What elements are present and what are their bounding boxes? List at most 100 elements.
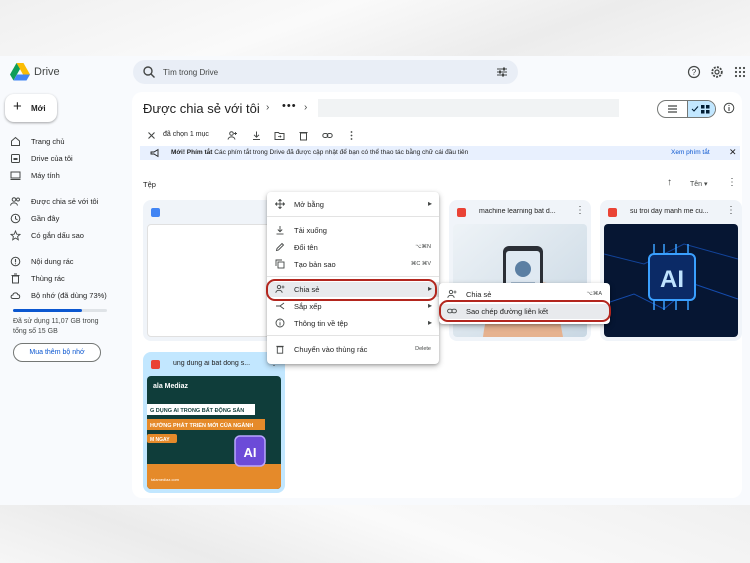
file-card-selected[interactable]: ung dung ai bat dong s... ⋮ ala Mediaz G… — [143, 352, 285, 493]
file-card[interactable] — [143, 200, 285, 341]
menu-item-label: Chia sẻ — [294, 285, 320, 294]
share-person-icon[interactable] — [227, 130, 238, 141]
menu-item-file-info[interactable]: Thông tin về tệp ▸ — [267, 316, 439, 331]
photo-background-top — [0, 0, 750, 56]
organize-icon — [276, 302, 285, 310]
file-name: su troi day manh me cu... — [630, 208, 709, 215]
svg-text:?: ? — [692, 68, 697, 77]
search-icon[interactable] — [142, 65, 156, 79]
sidebar-item-spam[interactable]: Nội dung rác — [10, 255, 120, 269]
submenu-item-copy-link[interactable]: Sao chép đường liên kết — [439, 304, 610, 319]
selection-count: đã chọn 1 mục — [163, 131, 209, 138]
storage-usage-text: Đã sử dụng 11,07 GB trong tổng số 15 GB — [13, 318, 99, 335]
view-shortcuts-link[interactable]: Xem phím tắt — [671, 149, 710, 156]
menu-item-organize[interactable]: Sắp xếp ▸ — [267, 299, 439, 314]
sidebar-item-my-drive[interactable]: Drive của tôi — [10, 152, 120, 166]
thumb-ai-text: AI — [244, 445, 257, 460]
my-drive-icon — [11, 154, 20, 163]
move-folder-icon[interactable] — [274, 130, 285, 141]
view-toggle[interactable] — [657, 100, 716, 118]
menu-item-rename[interactable]: Đổi tên ⌥⌘N — [267, 240, 439, 255]
menu-item-download[interactable]: Tải xuống — [267, 223, 439, 238]
details-info-icon[interactable] — [723, 102, 735, 114]
thumb-cta: M NGAY — [150, 437, 170, 443]
sidebar-item-label: Được chia sẻ với tôi — [31, 197, 99, 206]
sort-by-name-button[interactable]: Tên ▾ — [690, 180, 708, 188]
menu-item-move-to-trash[interactable]: Chuyển vào thùng rác Delete — [267, 342, 439, 357]
menu-item-label: Tải xuống — [294, 226, 327, 235]
menu-item-open-with[interactable]: Mở bằng ▸ — [267, 197, 439, 212]
file-card[interactable]: su troi day manh me cu... ⋮ AI — [600, 200, 742, 341]
settings-gear-icon[interactable] — [710, 65, 724, 79]
more-vertical-icon[interactable]: ⋮ — [726, 205, 736, 216]
chevron-right-icon: › — [266, 102, 270, 113]
sidebar-item-computers[interactable]: Máy tính — [10, 169, 120, 183]
copy-icon — [275, 259, 285, 269]
sidebar-item-label: Thùng rác — [31, 274, 65, 283]
chevron-right-icon: ▸ — [427, 284, 432, 293]
close-icon[interactable]: ✕ — [729, 147, 737, 158]
menu-item-make-copy[interactable]: Tạo bản sao ⌘C ⌘V — [267, 257, 439, 272]
share-person-icon — [447, 289, 457, 298]
sidebar-item-label: Có gắn dấu sao — [31, 231, 84, 240]
shortcut-banner: Mới! Phím tắt Các phím tắt trong Drive đ… — [140, 146, 740, 160]
search-bar[interactable]: Tìm trong Drive — [133, 60, 518, 84]
clear-selection-icon[interactable] — [146, 130, 157, 141]
sidebar-item-starred[interactable]: Có gắn dấu sao — [10, 229, 120, 243]
sidebar-item-home[interactable]: Trang chủ — [10, 135, 120, 149]
sidebar-item-label: Nội dung rác — [31, 257, 74, 266]
thumb-line2: HƯỚNG PHÁT TRIỂN MỚI CỦA NGÀNH — [150, 421, 253, 429]
star-icon — [10, 230, 21, 241]
menu-divider — [267, 335, 439, 336]
drive-logo-icon[interactable] — [10, 63, 30, 81]
sidebar-item-recent[interactable]: Gần đây — [10, 212, 120, 226]
new-button[interactable]: + Mới — [5, 94, 57, 122]
menu-item-shortcut: ⌥⌘A — [586, 291, 602, 297]
sidebar-item-label: Gần đây — [31, 214, 60, 223]
chevron-right-icon: › — [304, 102, 308, 113]
sidebar-item-label: Máy tính — [31, 171, 60, 180]
apps-grid-icon[interactable] — [733, 65, 747, 79]
submenu-item-share[interactable]: Chia sẻ ⌥⌘A — [439, 287, 610, 302]
sidebar-item-storage[interactable]: Bộ nhớ (đã dùng 73%) — [10, 289, 120, 303]
new-button-label: Mới — [31, 104, 46, 113]
filter-options-icon[interactable] — [495, 65, 509, 79]
download-icon[interactable] — [251, 130, 262, 141]
menu-item-label: Tạo bản sao — [294, 260, 336, 269]
rename-icon — [275, 242, 285, 252]
help-icon[interactable]: ? — [687, 65, 701, 79]
banner-message: Các phím tắt trong Drive đã được cập nhậ… — [214, 149, 469, 156]
app-name[interactable]: Drive — [34, 66, 60, 78]
sidebar-item-trash[interactable]: Thùng rác — [10, 272, 120, 286]
grid-view-icon — [691, 105, 710, 114]
doc-thumbnail — [147, 224, 281, 337]
copy-link-icon[interactable] — [322, 130, 333, 141]
cloud-icon — [10, 292, 21, 299]
share-person-icon — [275, 284, 285, 293]
banner-text: Mới! Phím tắt Các phím tắt trong Drive đ… — [171, 149, 468, 156]
menu-item-label: Sắp xếp — [294, 302, 322, 311]
more-vertical-icon[interactable]: ⋮ — [575, 205, 585, 216]
search-input[interactable]: Tìm trong Drive — [163, 68, 218, 77]
more-vertical-icon[interactable] — [346, 130, 357, 141]
sidebar-item-label: Bộ nhớ (đã dùng 73%) — [31, 291, 107, 300]
list-view-icon — [668, 105, 677, 113]
breadcrumb-title[interactable]: Được chia sẻ với tôi — [143, 101, 260, 116]
sort-arrow-up-icon[interactable]: ↑ — [667, 177, 672, 188]
buy-storage-button[interactable]: Mua thêm bộ nhớ — [13, 343, 101, 362]
download-icon — [276, 226, 284, 235]
storage-progress-bar — [13, 309, 107, 312]
trash-icon[interactable] — [298, 130, 309, 141]
sidebar-item-shared[interactable]: Được chia sẻ với tôi — [10, 195, 120, 209]
menu-item-label: Thông tin về tệp — [294, 319, 348, 328]
list-view-button[interactable] — [658, 101, 687, 117]
menu-divider — [267, 276, 439, 277]
more-vertical-icon[interactable]: ⋮ — [727, 177, 737, 188]
more-horizontal-icon[interactable]: ••• — [282, 100, 297, 112]
banner-bold: Mới! Phím tắt — [171, 149, 213, 156]
menu-item-label: Chuyển vào thùng rác — [294, 345, 368, 354]
photo-background-bottom — [0, 505, 750, 563]
menu-item-share[interactable]: Chia sẻ ▸ — [267, 282, 439, 297]
grid-view-button[interactable] — [687, 101, 715, 117]
chevron-right-icon: ▸ — [427, 318, 432, 327]
